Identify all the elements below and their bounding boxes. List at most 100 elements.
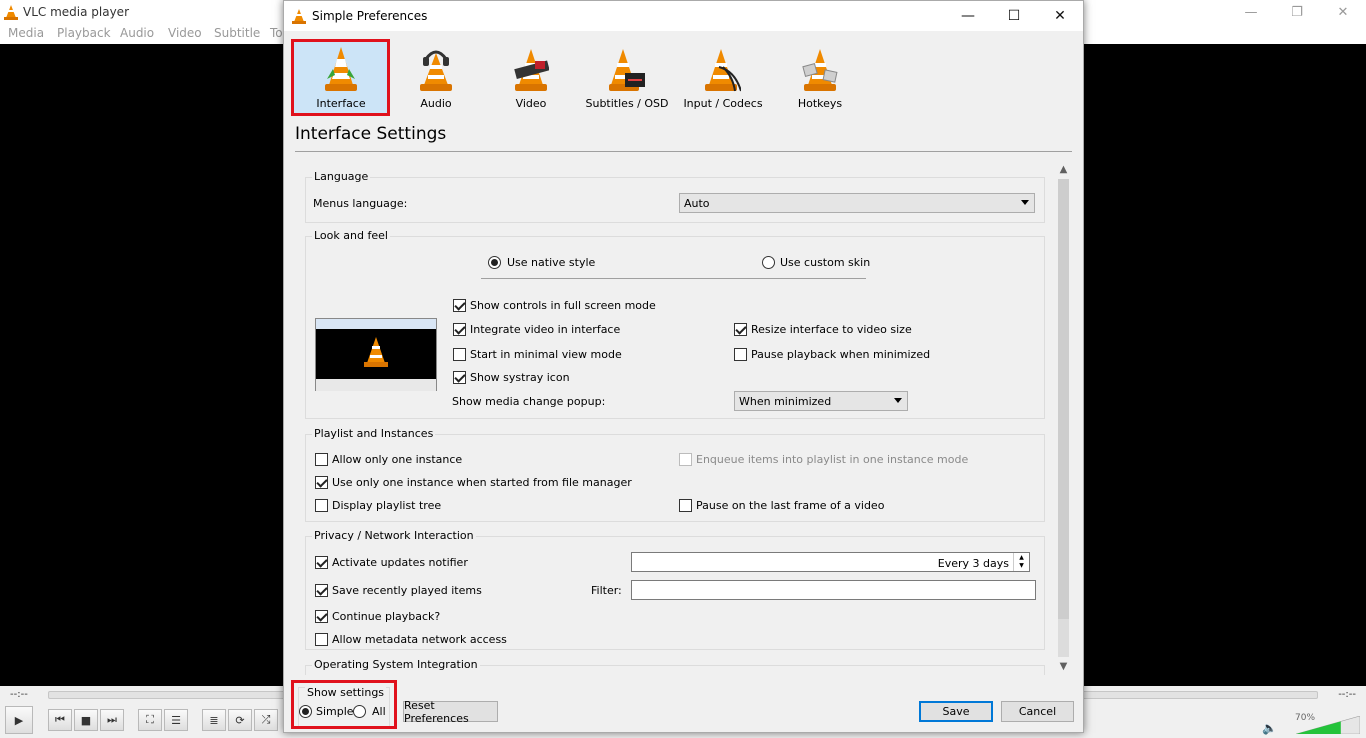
save-button[interactable]: Save	[919, 701, 993, 722]
playlist-icon: ≣	[209, 713, 219, 727]
native-style-label[interactable]: Use native style	[507, 256, 595, 269]
category-audio[interactable]: Audio	[389, 41, 483, 113]
loop-button[interactable]: ⟳	[228, 709, 252, 731]
metadata-access-checkbox[interactable]	[315, 633, 328, 646]
playlist-tree-label[interactable]: Display playlist tree	[332, 499, 441, 512]
menu-audio[interactable]: Audio	[120, 26, 154, 40]
interface-preview-image	[315, 318, 437, 391]
updates-interval-value: Every 3 days	[937, 557, 1009, 570]
hotkeys-cone-icon	[802, 49, 838, 91]
menu-video[interactable]: Video	[168, 26, 202, 40]
previous-icon: ⏮	[55, 713, 65, 726]
filter-label: Filter:	[591, 584, 622, 597]
filter-input[interactable]	[631, 580, 1036, 600]
next-button[interactable]: ⏭	[100, 709, 124, 731]
updates-notifier-label[interactable]: Activate updates notifier	[332, 556, 468, 569]
highlight-show-settings	[291, 680, 397, 729]
group-look-and-feel: Look and feel Use native style Use custo…	[305, 229, 1045, 419]
spin-arrows-icon[interactable]: ▲ ▼	[1013, 553, 1029, 571]
reset-preferences-button[interactable]: Reset Preferences	[403, 699, 498, 725]
shuffle-button[interactable]: ⤮	[254, 709, 278, 731]
popup-select[interactable]: When minimized	[734, 391, 908, 411]
scroll-thumb[interactable]	[1058, 179, 1069, 619]
last-frame-checkbox[interactable]	[679, 499, 692, 512]
playlist-button[interactable]: ≣	[202, 709, 226, 731]
menu-tools[interactable]: To	[270, 26, 283, 40]
popup-value: When minimized	[739, 395, 832, 408]
group-title: Operating System Integration	[312, 658, 480, 671]
integrate-video-label[interactable]: Integrate video in interface	[470, 323, 620, 336]
dialog-titlebar: Simple Preferences — ☐ ✕	[284, 1, 1083, 31]
page-title: Interface Settings	[295, 124, 447, 144]
chevron-down-icon	[1021, 200, 1029, 205]
stop-button[interactable]: ■	[74, 709, 98, 731]
extended-settings-button[interactable]: ☰	[164, 709, 188, 731]
previous-button[interactable]: ⏮	[48, 709, 72, 731]
playlist-tree-checkbox[interactable]	[315, 499, 328, 512]
vlc-cone-icon	[292, 9, 306, 24]
category-video[interactable]: Video	[484, 41, 578, 113]
fullscreen-button[interactable]: ⛶	[138, 709, 162, 731]
category-label: Hotkeys	[797, 97, 843, 110]
group-os-integration: Operating System Integration	[305, 658, 1045, 675]
category-input-codecs[interactable]: Input / Codecs	[676, 41, 770, 113]
updates-interval-spinbox[interactable]: Every 3 days ▲ ▼	[631, 552, 1030, 572]
systray-checkbox[interactable]	[453, 371, 466, 384]
last-frame-label[interactable]: Pause on the last frame of a video	[696, 499, 884, 512]
resize-interface-label[interactable]: Resize interface to video size	[751, 323, 912, 336]
category-subtitles-osd[interactable]: Subtitles / OSD	[580, 41, 674, 113]
settings-scrollbar[interactable]: ▲ ▼	[1055, 161, 1072, 675]
pause-minimized-checkbox[interactable]	[734, 348, 747, 361]
recent-items-checkbox[interactable]	[315, 584, 328, 597]
recent-items-label[interactable]: Save recently played items	[332, 584, 482, 597]
dialog-maximize-button[interactable]: ☐	[991, 1, 1037, 31]
time-elapsed: --:--	[10, 689, 28, 700]
equalizer-icon: ☰	[171, 713, 181, 727]
popup-label: Show media change popup:	[452, 395, 606, 408]
one-instance-label[interactable]: Allow only one instance	[332, 453, 462, 466]
menus-language-select[interactable]: Auto	[679, 193, 1035, 213]
dialog-minimize-button[interactable]: —	[945, 1, 991, 31]
metadata-access-label[interactable]: Allow metadata network access	[332, 633, 507, 646]
chevron-down-icon	[894, 398, 902, 403]
category-label: Audio	[420, 97, 452, 110]
subtitles-cone-icon	[609, 49, 645, 91]
vlc-restore-button[interactable]: ❐	[1274, 0, 1320, 24]
fullscreen-controls-checkbox[interactable]	[453, 299, 466, 312]
menus-language-label: Menus language:	[313, 197, 408, 210]
cancel-button[interactable]: Cancel	[1001, 701, 1074, 722]
updates-notifier-checkbox[interactable]	[315, 556, 328, 569]
vlc-close-button[interactable]: ✕	[1320, 0, 1366, 24]
custom-skin-label[interactable]: Use custom skin	[780, 256, 870, 269]
style-divider	[481, 278, 866, 279]
pause-minimized-label[interactable]: Pause playback when minimized	[751, 348, 930, 361]
settings-scroll-area[interactable]: Language Menus language: Auto Look and f…	[294, 161, 1071, 675]
native-style-radio[interactable]	[488, 256, 501, 269]
custom-skin-radio[interactable]	[762, 256, 775, 269]
menu-playback[interactable]: Playback	[57, 26, 111, 40]
play-button[interactable]: ▶	[5, 706, 33, 734]
speaker-icon[interactable]: 🔈	[1262, 721, 1277, 735]
minimal-view-label[interactable]: Start in minimal view mode	[470, 348, 622, 361]
systray-label[interactable]: Show systray icon	[470, 371, 570, 384]
integrate-video-checkbox[interactable]	[453, 323, 466, 336]
file-manager-instance-label[interactable]: Use only one instance when started from …	[332, 476, 632, 489]
group-title: Language	[312, 170, 371, 183]
scroll-up-icon[interactable]: ▲	[1055, 161, 1072, 178]
fullscreen-controls-label[interactable]: Show controls in full screen mode	[470, 299, 656, 312]
category-hotkeys[interactable]: Hotkeys	[773, 41, 867, 113]
menus-language-value: Auto	[684, 197, 710, 210]
minimal-view-checkbox[interactable]	[453, 348, 466, 361]
menu-media[interactable]: Media	[8, 26, 44, 40]
file-manager-instance-checkbox[interactable]	[315, 476, 328, 489]
vlc-minimize-button[interactable]: —	[1228, 0, 1274, 24]
one-instance-checkbox[interactable]	[315, 453, 328, 466]
volume-slider[interactable]	[1296, 716, 1360, 734]
resize-interface-checkbox[interactable]	[734, 323, 747, 336]
continue-playback-checkbox[interactable]	[315, 610, 328, 623]
dialog-close-button[interactable]: ✕	[1037, 1, 1083, 31]
scroll-down-icon[interactable]: ▼	[1055, 658, 1072, 675]
menu-subtitle[interactable]: Subtitle	[214, 26, 260, 40]
enqueue-checkbox	[679, 453, 692, 466]
continue-playback-label[interactable]: Continue playback?	[332, 610, 440, 623]
